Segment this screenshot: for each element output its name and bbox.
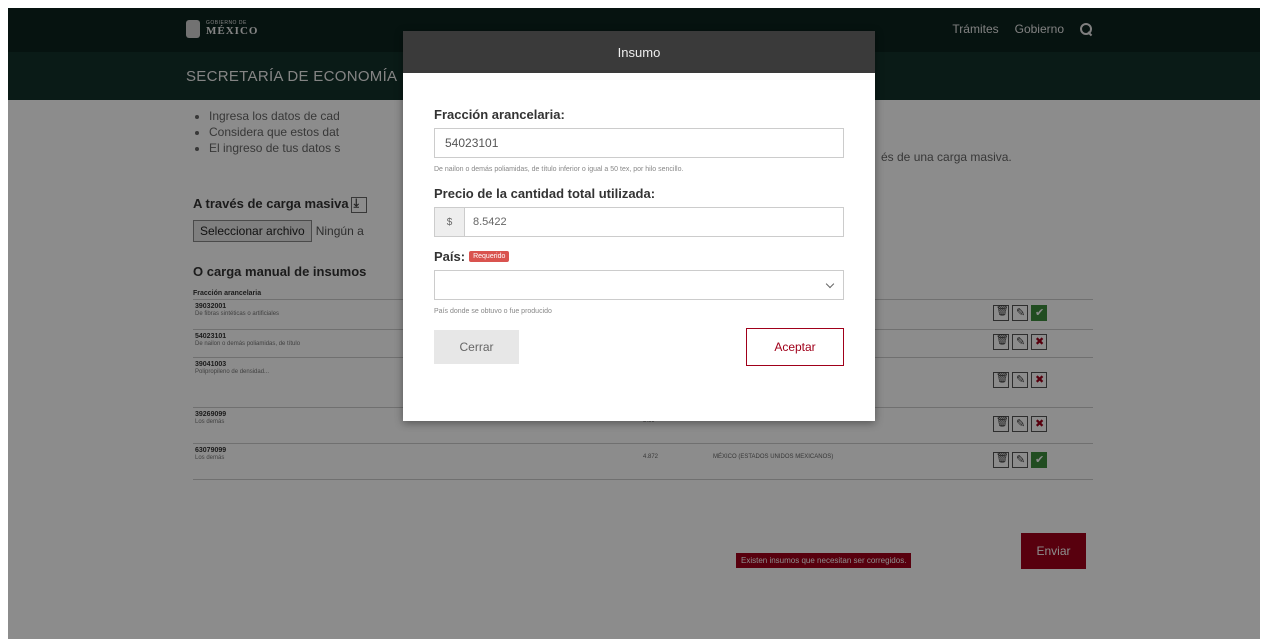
aceptar-button[interactable]: Aceptar	[746, 328, 844, 366]
pais-select[interactable]	[434, 270, 844, 300]
pais-label-row: País: Requerido	[434, 249, 844, 264]
fraccion-value: 54023101	[445, 136, 499, 150]
precio-value: 8.5422	[473, 216, 507, 228]
currency-prefix: $	[435, 208, 465, 236]
pais-hint: País donde se obtuvo o fue producido	[434, 308, 552, 315]
modal-title: Insumo	[617, 44, 661, 60]
precio-input[interactable]: $ 8.5422	[434, 207, 844, 237]
chevron-down-icon	[825, 279, 835, 289]
insumo-modal: Insumo Fracción arancelaria: 54023101 De…	[403, 31, 875, 421]
browser-viewport: GOBIERNO DE MÉXICO Trámites Gobierno SEC…	[8, 8, 1260, 639]
fraccion-hint: De nailon o demás poliamidas, de título …	[434, 166, 684, 173]
fraccion-input[interactable]: 54023101	[434, 128, 844, 158]
required-badge: Requerido	[469, 251, 510, 262]
fraccion-label: Fracción arancelaria:	[434, 107, 565, 122]
modal-footer: Cerrar Aceptar	[403, 318, 875, 378]
pais-label: País:	[434, 249, 466, 264]
modal-body: Fracción arancelaria: 54023101 De nailon…	[403, 107, 875, 318]
modal-header: Insumo	[403, 31, 875, 73]
cerrar-button[interactable]: Cerrar	[434, 330, 519, 364]
precio-label: Precio de la cantidad total utilizada:	[434, 186, 656, 201]
